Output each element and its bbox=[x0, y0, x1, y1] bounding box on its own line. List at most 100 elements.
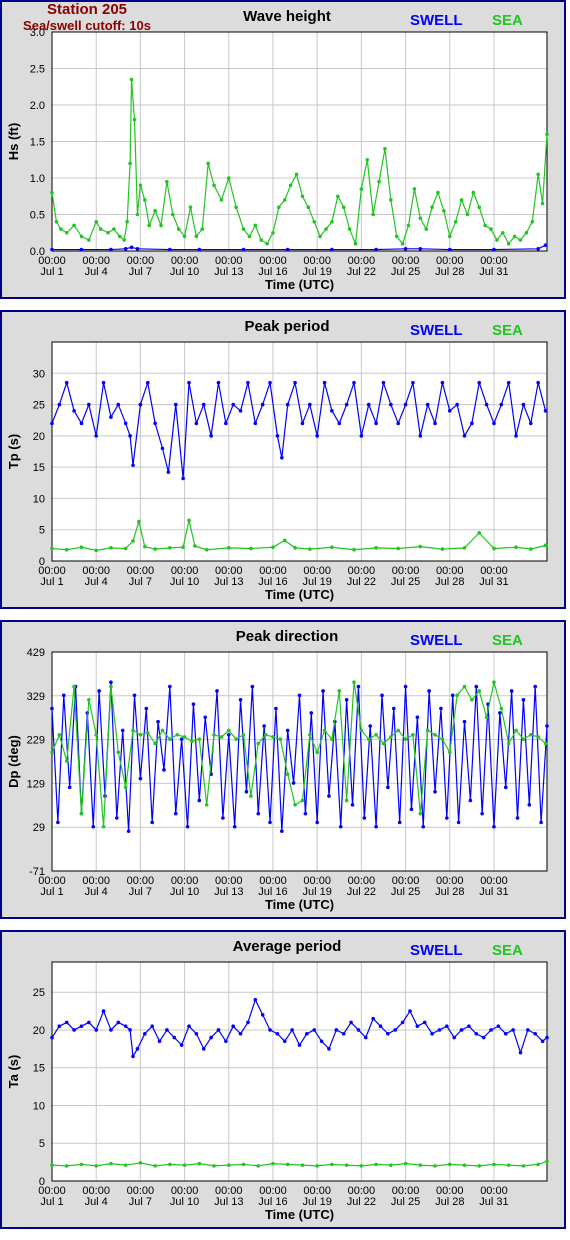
sea-data-point bbox=[131, 728, 135, 733]
sea-data-point bbox=[256, 741, 261, 746]
swell-data-point bbox=[536, 247, 540, 251]
sea-data-point bbox=[197, 737, 202, 741]
sea-data-point bbox=[94, 1164, 98, 1168]
swell-data-point bbox=[527, 803, 532, 807]
swell-data-point bbox=[109, 680, 113, 685]
sea-data-point bbox=[483, 223, 487, 228]
sea-data-point bbox=[137, 519, 141, 524]
x-tick-label: 00:00 Jul 19 bbox=[302, 1185, 331, 1208]
legend-sea: SEA bbox=[492, 12, 523, 29]
swell-data-point bbox=[172, 1035, 177, 1040]
sea-data-point bbox=[249, 546, 253, 551]
x-tick-label: 00:00 Jul 25 bbox=[391, 1185, 420, 1208]
cutoff-label: Sea/swell cutoff: 10s bbox=[23, 18, 151, 33]
sea-data-point bbox=[371, 212, 375, 217]
swell-data-point bbox=[166, 470, 171, 474]
swell-data-point bbox=[540, 1039, 545, 1044]
sea-data-point bbox=[234, 205, 238, 209]
swell-data-point bbox=[484, 402, 489, 407]
swell-data-point bbox=[389, 402, 393, 407]
sea-data-point bbox=[389, 735, 393, 739]
swell-data-point bbox=[459, 1028, 464, 1032]
sea-data-point bbox=[521, 1164, 526, 1168]
swell-data-point bbox=[366, 402, 371, 407]
x-tick-label: 00:00 Jul 4 bbox=[82, 565, 110, 588]
swell-data-point bbox=[514, 434, 518, 438]
sea-data-point bbox=[98, 227, 103, 231]
swell-data-point bbox=[128, 1028, 132, 1032]
swell-data-point bbox=[303, 811, 308, 816]
sea-data-point bbox=[324, 227, 328, 231]
swell-data-point bbox=[445, 1024, 449, 1028]
sea-data-point bbox=[247, 234, 252, 239]
swell-data-point bbox=[64, 380, 69, 385]
sea-data-point bbox=[477, 531, 482, 535]
swell-data-point bbox=[499, 402, 504, 407]
swell-data-point bbox=[50, 706, 54, 711]
average-period-chart: 00:00 Jul 1 00:00 Jul 4 00:00 Jul 7 00:00 Jul 1… bbox=[6, 961, 549, 1222]
sea-data-point bbox=[282, 198, 287, 202]
sea-data-point bbox=[306, 205, 311, 209]
sea-data-point bbox=[190, 739, 194, 744]
sea-data-point bbox=[168, 1162, 172, 1167]
swell-data-point bbox=[300, 421, 305, 426]
swell-data-point bbox=[447, 409, 452, 413]
sea-data-point bbox=[182, 234, 187, 239]
sea-data-point bbox=[366, 737, 371, 741]
swell-data-point bbox=[50, 247, 54, 252]
swell-data-point bbox=[536, 380, 540, 385]
sea-data-point bbox=[59, 227, 63, 231]
swell-data-point bbox=[381, 380, 386, 385]
sea-data-point bbox=[176, 227, 181, 231]
swell-data-point bbox=[162, 768, 166, 772]
swell-data-point bbox=[187, 1024, 191, 1028]
swell-data-point bbox=[393, 1028, 398, 1032]
x-tick-label: 00:00 Jul 10 bbox=[170, 565, 199, 588]
swell-data-point bbox=[378, 1024, 383, 1028]
swell-data-point bbox=[153, 421, 157, 426]
sea-data-point bbox=[381, 741, 386, 746]
swell-data-point bbox=[291, 781, 296, 785]
sea-data-point bbox=[159, 223, 163, 228]
sea-data-point bbox=[396, 546, 401, 551]
sea-data-point bbox=[285, 1162, 290, 1167]
swell-data-point bbox=[462, 434, 467, 438]
sea-data-point bbox=[374, 1162, 378, 1167]
sea-data-point bbox=[506, 741, 511, 746]
sea-data-point bbox=[265, 241, 269, 246]
sea-data-point bbox=[455, 693, 459, 698]
swell-data-point bbox=[425, 402, 430, 407]
swell-data-point bbox=[415, 715, 420, 720]
sea-data-point bbox=[344, 798, 349, 803]
sea-data-point bbox=[330, 220, 334, 224]
sea-data-point bbox=[288, 183, 293, 188]
sea-data-point bbox=[234, 737, 238, 741]
sea-data-point bbox=[536, 172, 540, 177]
swell-data-point bbox=[244, 789, 249, 794]
swell-data-point bbox=[123, 421, 128, 426]
sea-data-point bbox=[512, 234, 517, 239]
swell-data-point bbox=[201, 1047, 206, 1051]
sea-data-point bbox=[442, 209, 446, 213]
sea-data-point bbox=[489, 227, 493, 231]
swell-data-point bbox=[545, 724, 549, 728]
wave-height-chart: 00:00 Jul 1 00:00 Jul 4 00:00 Jul 7 00:00 Jul 1… bbox=[6, 27, 549, 292]
swell-data-point bbox=[194, 1031, 199, 1036]
swell-data-point bbox=[400, 1020, 405, 1025]
y-tick-label: 0.5 bbox=[30, 210, 45, 222]
sea-data-point bbox=[484, 715, 489, 720]
sea-data-point bbox=[477, 689, 482, 693]
sea-data-point bbox=[492, 680, 496, 685]
swell-data-point bbox=[168, 684, 172, 689]
sea-data-point bbox=[168, 546, 172, 550]
sea-data-point bbox=[330, 1162, 334, 1167]
swell-data-point bbox=[470, 421, 474, 426]
swell-data-point bbox=[57, 402, 62, 407]
swell-data-point bbox=[433, 789, 437, 794]
swell-data-point bbox=[374, 247, 378, 252]
swell-data-point bbox=[474, 684, 479, 689]
x-tick-label: 00:00 Jul 10 bbox=[170, 1185, 199, 1208]
y-tick-label: 2.5 bbox=[30, 64, 45, 76]
sea-data-point bbox=[147, 223, 152, 228]
x-tick-label: 00:00 Jul 10 bbox=[170, 875, 199, 898]
